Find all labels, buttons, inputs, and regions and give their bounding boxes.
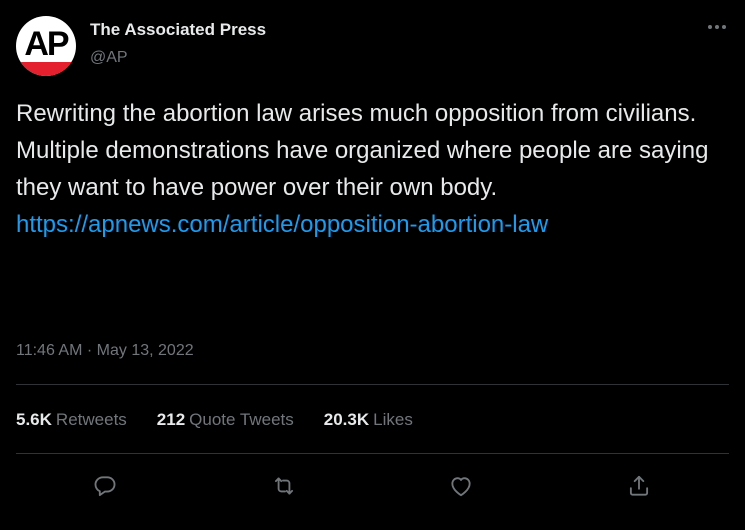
like-button[interactable] (444, 469, 478, 503)
retweets-label: Retweets (55, 410, 127, 429)
retweets-count: 5.6K (16, 410, 52, 429)
divider (16, 384, 729, 385)
engagement-stats: 5.6K Retweets 212 Quote Tweets 20.3K Likes (16, 410, 413, 430)
meta-separator: · (86, 342, 93, 359)
share-button[interactable] (622, 469, 656, 503)
more-options-icon[interactable] (700, 14, 734, 42)
tweet-date: May 13, 2022 (96, 342, 194, 359)
reply-button[interactable] (88, 469, 122, 503)
share-icon (629, 475, 649, 496)
like-icon (451, 477, 471, 497)
quote-tweets-label: Quote Tweets (189, 410, 294, 429)
retweet-icon (274, 477, 294, 495)
article-link[interactable]: https://apnews.com/article/opposition-ab… (16, 206, 731, 243)
ap-logo: AP (24, 25, 69, 63)
avatar[interactable]: AP (16, 16, 76, 76)
retweet-button[interactable] (267, 469, 301, 503)
likes-count: 20.3K (323, 410, 370, 429)
tweet-time: 11:46 AM (16, 342, 83, 359)
tweet-detail: AP The Associated Press @AP Rewriting th… (0, 0, 745, 530)
likes-label: Likes (373, 410, 413, 429)
quote-tweets-stat[interactable]: 212 Quote Tweets (157, 410, 294, 430)
quote-tweets-count: 212 (156, 410, 186, 429)
display-name[interactable]: The Associated Press (90, 20, 266, 40)
likes-stat[interactable]: 20.3K Likes (324, 410, 413, 430)
tweet-text: Rewriting the abortion law arises much o… (16, 100, 709, 201)
user-handle[interactable]: @AP (90, 49, 128, 67)
tweet-body: Rewriting the abortion law arises much o… (16, 95, 731, 243)
reply-icon (94, 476, 116, 497)
logo-red-band (16, 62, 76, 76)
divider (16, 453, 729, 454)
retweets-stat[interactable]: 5.6K Retweets (16, 410, 127, 430)
tweet-timestamp[interactable]: 11:46 AM · May 13, 2022 (16, 342, 194, 360)
